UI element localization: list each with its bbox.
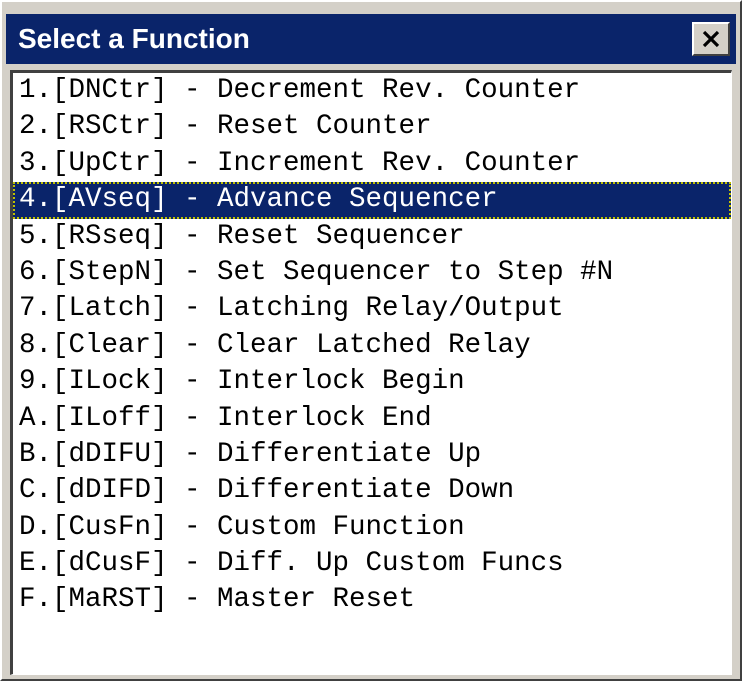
list-item-ddifu[interactable]: B.[dDIFU] - Differentiate Up <box>13 437 731 473</box>
dialog-title: Select a Function <box>18 23 250 54</box>
list-item-ilock[interactable]: 9.[ILock] - Interlock Begin <box>13 364 731 400</box>
function-listbox[interactable]: 1.[DNCtr] - Decrement Rev. Counter 2.[RS… <box>10 70 732 675</box>
list-item-rsseq[interactable]: 5.[RSseq] - Reset Sequencer <box>13 219 731 255</box>
list-item-iloff[interactable]: A.[ILoff] - Interlock End <box>13 401 731 437</box>
select-function-dialog: Select a Function 1.[DNCtr] - Decrement … <box>0 0 742 681</box>
close-icon <box>702 30 720 48</box>
list-item-dcusf[interactable]: E.[dCusF] - Diff. Up Custom Funcs <box>13 546 731 582</box>
list-item-ddifd[interactable]: C.[dDIFD] - Differentiate Down <box>13 473 731 509</box>
list-item-dnctr[interactable]: 1.[DNCtr] - Decrement Rev. Counter <box>13 73 731 109</box>
title-bar[interactable]: Select a Function <box>6 14 736 64</box>
list-item-latch[interactable]: 7.[Latch] - Latching Relay/Output <box>13 291 731 327</box>
list-item-rsctr[interactable]: 2.[RSCtr] - Reset Counter <box>13 109 731 145</box>
list-item-cusfn[interactable]: D.[CusFn] - Custom Function <box>13 510 731 546</box>
close-button[interactable] <box>692 22 730 56</box>
list-item-stepn[interactable]: 6.[StepN] - Set Sequencer to Step #N <box>13 255 731 291</box>
list-item-avseq-selected[interactable]: 4.[AVseq] - Advance Sequencer <box>13 182 731 219</box>
list-item-clear[interactable]: 8.[Clear] - Clear Latched Relay <box>13 328 731 364</box>
list-item-marst[interactable]: F.[MaRST] - Master Reset <box>13 582 731 618</box>
list-item-upctr[interactable]: 3.[UpCtr] - Increment Rev. Counter <box>13 146 731 182</box>
